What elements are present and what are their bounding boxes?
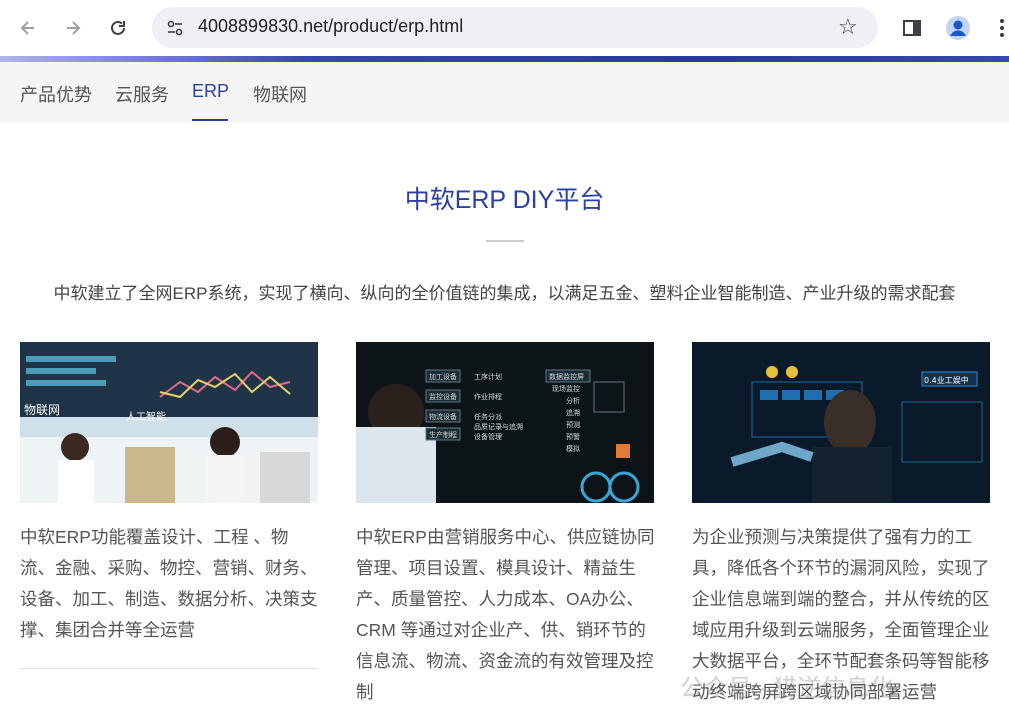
active-tab-indicator xyxy=(192,119,228,121)
side-panel-button[interactable] xyxy=(896,12,928,44)
watermark: 公众号 · 猎逆信息化 xyxy=(680,675,894,702)
card-2-label-13: 预测 xyxy=(566,420,580,429)
card-2-label-12: 追溯 xyxy=(566,408,580,417)
card-2-text: 中软ERP由营销服务中心、供应链协同管理、项目设置、模具设计、精益生产、质量管控… xyxy=(356,527,655,702)
card-1-image: 物联网 人工智能 xyxy=(20,342,318,503)
card-2-image: 加工设备 监控设备 物流设备 生产制程 工序计划 作业排程 任务分派 品质记录与… xyxy=(356,342,654,503)
card-2-label-15: 模拟 xyxy=(566,444,580,453)
browser-toolbar: 4008899830.net/product/erp.html ☆ xyxy=(0,0,1009,56)
tab-erp[interactable]: ERP xyxy=(192,81,229,102)
card-2-label-11: 分析 xyxy=(566,396,580,405)
arrow-right-icon xyxy=(67,21,81,35)
card-3-label: 0.4业工娱中 xyxy=(924,375,969,385)
card-2-label-14: 预警 xyxy=(566,432,580,441)
product-tabs: 产品优势 云服务 ERP 物联网 xyxy=(0,62,1009,122)
profile-button[interactable] xyxy=(942,12,974,44)
title-divider xyxy=(486,240,524,242)
forward-button[interactable] xyxy=(57,12,89,44)
card-1-text: 中软ERP功能覆盖设计、工程 、物流、金融、采购、物控、营销、财务、设备、加工、… xyxy=(20,527,318,640)
card-1-rule xyxy=(20,668,318,669)
page-title: 中软ERP DIY平台 xyxy=(404,186,605,214)
card-2-label-7: 品质记录与追溯 xyxy=(474,422,523,431)
back-button[interactable] xyxy=(12,12,44,44)
card-2-label-6: 任务分派 xyxy=(474,412,502,421)
kebab-menu-icon xyxy=(1000,19,1004,37)
site-settings-icon[interactable] xyxy=(166,19,184,41)
address-bar[interactable]: 4008899830.net/product/erp.html ☆ xyxy=(152,7,878,48)
side-panel-icon xyxy=(903,20,921,36)
person-icon xyxy=(946,16,970,40)
tab-iot[interactable]: 物联网 xyxy=(253,81,307,107)
reload-icon xyxy=(111,20,125,35)
card-2-label-4: 工序计划 xyxy=(474,372,502,381)
card-2-label-2: 物流设备 xyxy=(429,412,457,421)
arrow-left-icon xyxy=(20,21,34,35)
bookmark-star-icon[interactable]: ☆ xyxy=(838,15,858,40)
tab-advantages[interactable]: 产品优势 xyxy=(20,81,92,107)
card-2-label-1: 监控设备 xyxy=(429,392,457,401)
intro-text: 中软建立了全网ERP系统，实现了横向、纵向的全价值链的集成，以满足五金、塑料企业… xyxy=(53,284,956,303)
card-2-label-3: 生产制程 xyxy=(429,430,457,439)
reload-button[interactable] xyxy=(102,12,134,44)
tab-cloud[interactable]: 云服务 xyxy=(115,81,169,107)
url-text: 4008899830.net/product/erp.html xyxy=(198,16,464,36)
card-2-label-8: 设备管理 xyxy=(474,432,502,441)
card-1-label-iot: 物联网 xyxy=(24,403,60,417)
card-2-label-5: 作业排程 xyxy=(474,392,502,401)
menu-button[interactable] xyxy=(986,12,1009,44)
card-2-label-0: 加工设备 xyxy=(429,372,457,381)
card-3-image: 0.4业工娱中 xyxy=(692,342,990,503)
card-1-label-ai: 人工智能 xyxy=(126,410,166,423)
card-2-label-10: 现场监控 xyxy=(552,384,580,393)
card-2-label-9: 数据监控屏 xyxy=(549,372,584,381)
